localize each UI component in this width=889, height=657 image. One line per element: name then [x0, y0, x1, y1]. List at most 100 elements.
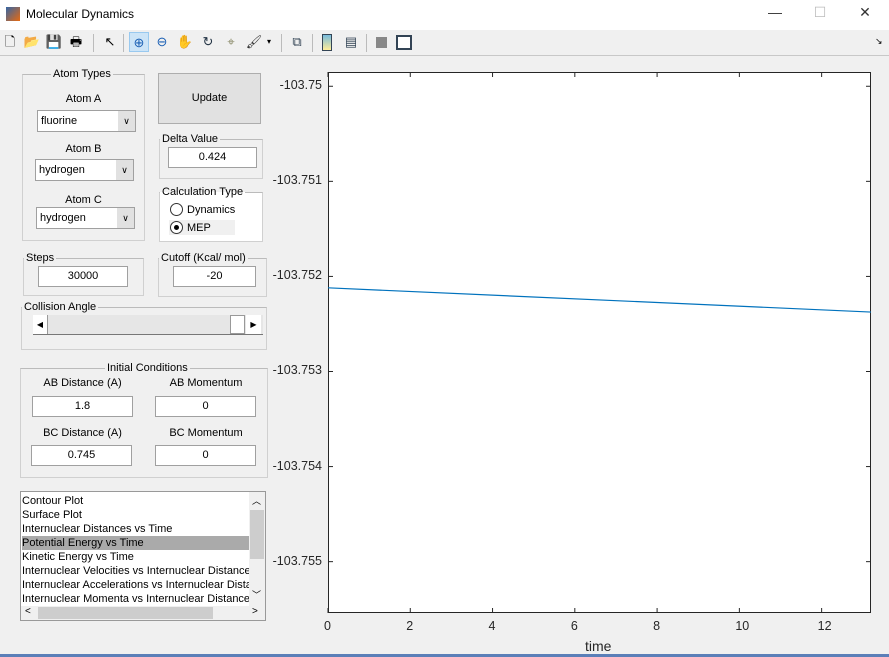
hide-plot-tools-icon[interactable]	[376, 37, 387, 48]
chevron-down-icon: ∨	[117, 208, 134, 228]
update-button[interactable]: Update	[158, 73, 261, 124]
maximize-button[interactable]: ☐	[805, 4, 835, 26]
vertical-scrollbar[interactable]: ︿ ﹀	[249, 492, 265, 606]
scroll-right-icon[interactable]: >	[252, 606, 258, 617]
list-item[interactable]: Surface Plot	[22, 508, 249, 522]
slider-thumb[interactable]	[230, 315, 245, 334]
zoom-out-icon[interactable]: ⊖	[152, 32, 172, 52]
window-title: Molecular Dynamics	[26, 7, 135, 21]
atom-a-select[interactable]: fluorine ∨	[37, 110, 136, 132]
cutoff-legend: Cutoff (Kcal/ mol)	[161, 252, 246, 264]
print-icon[interactable]: 🖶	[66, 32, 86, 52]
pan-icon[interactable]: ✋	[175, 32, 195, 52]
minimize-button[interactable]: —	[760, 4, 790, 26]
open-icon[interactable]: 📂	[22, 32, 42, 52]
rotate-icon[interactable]: ↻	[198, 32, 218, 52]
x-axis-label: time	[585, 638, 612, 654]
close-button[interactable]: ✕	[850, 4, 880, 26]
ab-momentum-input[interactable]: 0	[155, 396, 256, 417]
bc-momentum-input[interactable]: 0	[155, 445, 256, 466]
atom-b-select[interactable]: hydrogen ∨	[35, 159, 134, 181]
collision-angle-slider[interactable]: ◀ ▶	[33, 315, 263, 335]
y-tick-label: -103.75	[279, 78, 322, 93]
brush-dropdown-icon[interactable]: ▾	[264, 32, 274, 52]
list-item[interactable]: Internuclear Accelerations vs Internucle…	[22, 578, 249, 592]
atom-b-value: hydrogen	[39, 164, 85, 176]
initial-conditions-legend: Initial Conditions	[107, 362, 188, 374]
dynamics-radio[interactable]	[170, 203, 183, 216]
list-item[interactable]: Internuclear Velocities vs Internuclear …	[22, 564, 249, 578]
x-tick-label: 2	[406, 619, 414, 633]
y-tick-label: -103.754	[272, 458, 322, 473]
dynamics-label: Dynamics	[187, 204, 236, 216]
separator	[93, 34, 94, 52]
pointer-icon[interactable]: ↖	[100, 32, 120, 52]
x-tick-label: 8	[653, 619, 661, 633]
scroll-left-icon[interactable]: <	[25, 606, 31, 617]
atom-c-value: hydrogen	[40, 212, 86, 224]
bc-distance-input[interactable]: 0.745	[31, 445, 132, 466]
atom-b-label: Atom B	[65, 143, 102, 155]
list-item[interactable]: Contour Plot	[22, 494, 249, 508]
colorbar-icon[interactable]	[322, 34, 332, 51]
delta-value-input[interactable]: 0.424	[168, 147, 257, 168]
list-item[interactable]: Internuclear Momenta vs Internuclear Dis…	[22, 592, 249, 606]
link-icon[interactable]: ⧉	[287, 32, 307, 52]
ab-distance-label: AB Distance (A)	[43, 377, 122, 389]
bc-momentum-label: BC Momentum	[169, 427, 243, 439]
atom-types-legend: Atom Types	[53, 68, 111, 80]
steps-legend: Steps	[26, 252, 55, 264]
atom-a-value: fluorine	[41, 115, 78, 127]
title-bar: Molecular Dynamics — ☐ ✕	[0, 0, 889, 30]
plot-type-listbox[interactable]: Contour Plot Surface Plot Internuclear D…	[20, 491, 266, 621]
separator	[281, 34, 282, 52]
series-line	[327, 287, 872, 313]
brush-icon[interactable]: 🖌	[244, 32, 264, 52]
y-tick-label: -103.753	[272, 363, 322, 378]
atom-a-label: Atom A	[65, 93, 102, 105]
bc-distance-label: BC Distance (A)	[43, 427, 122, 439]
separator	[312, 34, 313, 52]
matlab-logo-icon	[6, 7, 20, 21]
x-tick-label: 6	[570, 619, 578, 633]
cutoff-input[interactable]: -20	[173, 266, 256, 287]
chevron-down-icon: ∨	[116, 160, 133, 180]
separator	[366, 34, 367, 52]
atom-c-label: Atom C	[65, 194, 102, 206]
y-tick-label: -103.751	[272, 173, 322, 188]
show-plot-tools-icon[interactable]	[396, 35, 412, 50]
slider-left-arrow-icon[interactable]: ◀	[33, 315, 48, 334]
horizontal-scrollbar[interactable]: < >	[21, 606, 265, 620]
slider-right-arrow-icon[interactable]: ▶	[246, 315, 261, 334]
scroll-down-icon[interactable]: ﹀	[252, 588, 261, 601]
save-icon[interactable]: 💾	[44, 32, 64, 52]
plot-axes[interactable]	[327, 72, 872, 613]
list-item-selected[interactable]: Potential Energy vs Time	[22, 536, 249, 550]
horizontal-scroll-thumb[interactable]	[38, 607, 213, 619]
toolbar: 🗋 📂 💾 🖶 ↖ ⊕ ⊖ ✋ ↻ ⌖ 🖌 ▾ ⧉ ▤ ↘	[0, 30, 889, 56]
new-figure-icon[interactable]: 🗋	[0, 32, 20, 52]
mep-radio[interactable]	[170, 221, 183, 234]
scroll-up-icon[interactable]: ︿	[252, 494, 261, 507]
separator	[123, 34, 124, 52]
calculation-type-legend: Calculation Type	[162, 186, 244, 198]
vertical-scroll-thumb[interactable]	[250, 510, 264, 559]
y-tick-label: -103.752	[272, 268, 322, 283]
ab-distance-input[interactable]: 1.8	[32, 396, 133, 417]
steps-input[interactable]: 30000	[38, 266, 128, 287]
atom-c-select[interactable]: hydrogen ∨	[36, 207, 135, 229]
legend-icon[interactable]: ▤	[341, 32, 361, 52]
y-tick-label: -103.755	[272, 553, 322, 568]
zoom-in-icon[interactable]: ⊕	[129, 32, 149, 52]
ab-momentum-label: AB Momentum	[169, 377, 243, 389]
collision-angle-legend: Collision Angle	[24, 301, 97, 313]
delta-value-legend: Delta Value	[162, 133, 219, 145]
toolbar-overflow-icon[interactable]: ↘	[875, 36, 883, 47]
x-tick-label: 10	[735, 619, 750, 633]
mep-label: MEP	[187, 222, 211, 234]
list-item[interactable]: Internuclear Distances vs Time	[22, 522, 249, 536]
data-cursor-icon[interactable]: ⌖	[221, 32, 241, 52]
x-tick-label: 0	[324, 619, 331, 633]
list-item[interactable]: Kinetic Energy vs Time	[22, 550, 249, 564]
chevron-down-icon: ∨	[118, 111, 135, 131]
